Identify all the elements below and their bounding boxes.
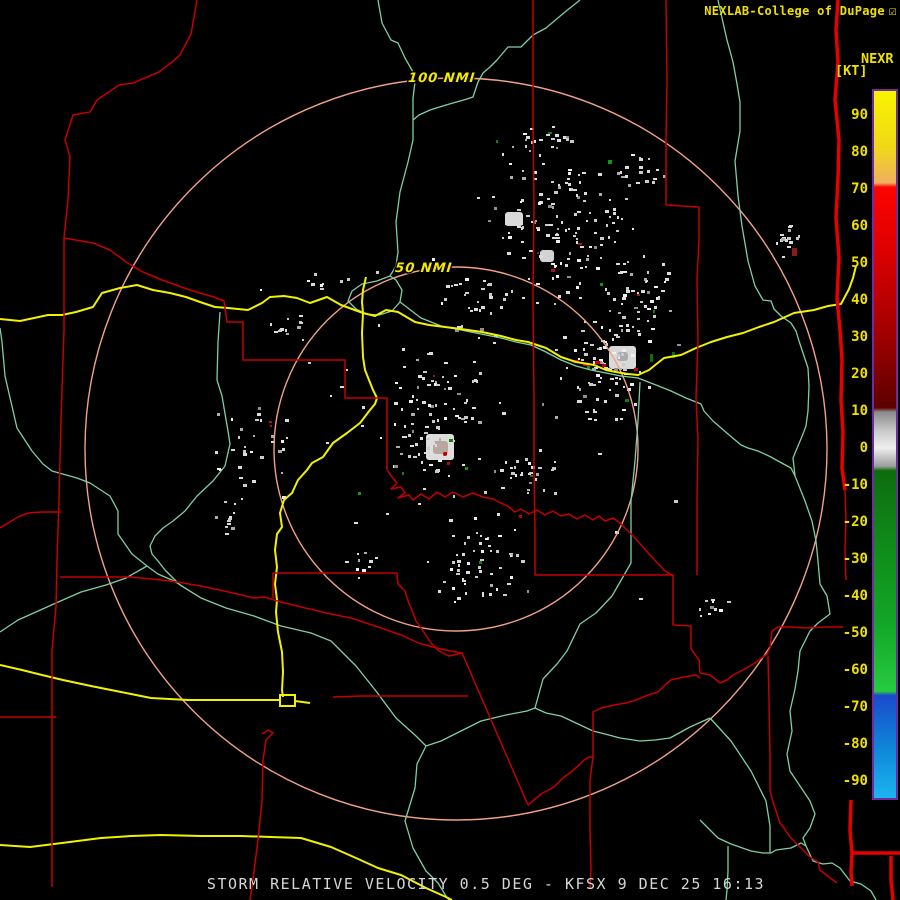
radar-map-canvas: 100 NMI 50 NMI xyxy=(0,0,900,900)
velocity-colorbar xyxy=(872,89,898,800)
colorbar-tick: -60 xyxy=(842,662,868,679)
highway-lines xyxy=(0,265,857,900)
colorbar-tick: -70 xyxy=(842,699,868,716)
colorbar-tick: 20 xyxy=(851,366,868,383)
site-title-text: NEXLAB-College of DuPage xyxy=(704,4,885,18)
range-ring-label-50nmi: 50 NMI xyxy=(394,261,453,276)
colorbar-tick: 10 xyxy=(851,403,868,420)
colorbar-tick: 70 xyxy=(851,180,868,197)
colorbar-tick: 0 xyxy=(859,440,868,457)
colorbar-units-label: [KT] xyxy=(835,63,868,79)
site-title: NEXLAB-College of DuPage ☑ xyxy=(704,4,897,19)
range-rings xyxy=(84,77,828,821)
colorbar-tick: 60 xyxy=(851,218,868,235)
radar-echo-layer xyxy=(215,126,800,617)
colorbar-tick: 90 xyxy=(851,106,868,123)
colorbar-tick: -30 xyxy=(842,551,868,568)
checkbox-icon: ☑ xyxy=(888,4,897,19)
colorbar-tick: -80 xyxy=(842,736,868,753)
colorbar-tick: -10 xyxy=(842,477,868,494)
colorbar-tick: 50 xyxy=(851,255,868,272)
county-boundary-lines xyxy=(0,0,847,900)
radar-screen: 100 NMI 50 NMI NEXLAB-College of DuPage ☑… xyxy=(0,0,900,900)
colorbar-tick: -90 xyxy=(842,773,868,790)
colorbar-tick: 40 xyxy=(851,292,868,309)
range-ring-label-100nmi: 100 NMI xyxy=(407,71,476,86)
colorbar-tick: -20 xyxy=(842,514,868,531)
colorbar-tick: 30 xyxy=(851,329,868,346)
colorbar-tick: -50 xyxy=(842,625,868,642)
colorbar-tick: 80 xyxy=(851,143,868,160)
colorbar-tick: -40 xyxy=(842,588,868,605)
status-bar: STORM RELATIVE VELOCITY 0.5 DEG - KFSX 9… xyxy=(206,875,766,893)
